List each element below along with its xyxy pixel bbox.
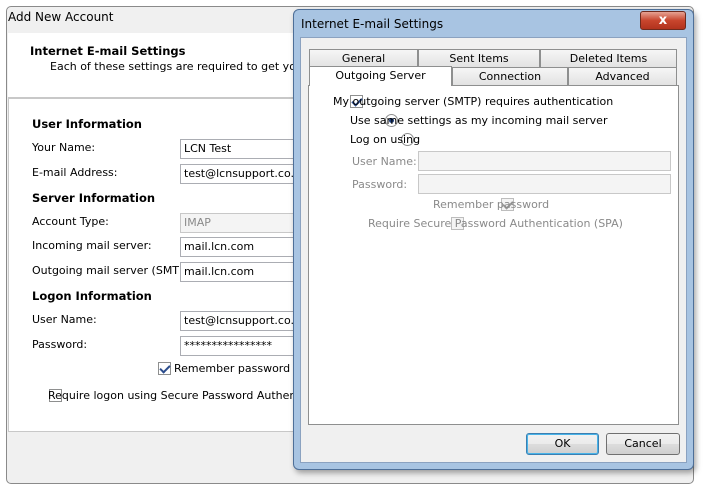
tab-advanced[interactable]: Advanced xyxy=(568,67,677,85)
wizard-header-description: Each of these settings are required to g… xyxy=(50,60,318,73)
remember-password-label: Remember password xyxy=(174,362,291,375)
password-label: Password: xyxy=(32,338,88,351)
password-field[interactable]: **************** xyxy=(180,336,298,356)
logon-information-heading: Logon Information xyxy=(32,289,152,303)
cancel-button[interactable]: Cancel xyxy=(606,433,680,455)
user-name-field[interactable]: test@lcnsupport.co.uk xyxy=(180,311,298,331)
smtp-require-spa-label: Require Secure Password Authentication (… xyxy=(368,217,623,230)
tab-deleted-items[interactable]: Deleted Items xyxy=(540,49,677,67)
smtp-user-name-label: User Name: xyxy=(352,155,417,168)
user-name-label: User Name: xyxy=(32,313,97,326)
smtp-remember-password-label: Remember password xyxy=(433,198,550,211)
smtp-password-field xyxy=(418,174,671,194)
window-title: Add New Account xyxy=(8,10,114,24)
server-information-heading: Server Information xyxy=(32,191,156,205)
tab-general[interactable]: General xyxy=(309,49,418,67)
email-address-label: E-mail Address: xyxy=(32,166,118,179)
close-icon[interactable]: x xyxy=(640,11,686,30)
log-on-using-label: Log on using xyxy=(350,133,421,146)
ok-button[interactable]: OK xyxy=(526,433,599,455)
outgoing-server-field[interactable]: mail.lcn.com xyxy=(180,262,298,282)
remember-password-checkbox[interactable] xyxy=(158,362,171,375)
wizard-header-title: Internet E-mail Settings xyxy=(30,44,186,58)
outgoing-server-label: Outgoing mail server (SMTP): xyxy=(32,264,194,277)
tab-connection[interactable]: Connection xyxy=(452,67,568,85)
email-address-field[interactable]: test@lcnsupport.co.uk xyxy=(180,164,298,184)
tab-sent-items[interactable]: Sent Items xyxy=(418,49,540,67)
account-type-label: Account Type: xyxy=(32,215,109,228)
dialog-title: Internet E-mail Settings xyxy=(301,17,444,31)
smtp-password-label: Password: xyxy=(352,178,408,191)
account-type-field: IMAP xyxy=(180,213,298,233)
require-spa-label: Require logon using Secure Password Auth… xyxy=(48,389,296,402)
user-information-heading: User Information xyxy=(32,117,142,131)
tab-outgoing-server[interactable]: Outgoing Server xyxy=(309,66,452,86)
your-name-label: Your Name: xyxy=(32,141,96,154)
incoming-server-field[interactable]: mail.lcn.com xyxy=(180,237,298,257)
incoming-server-label: Incoming mail server: xyxy=(32,239,152,252)
your-name-field[interactable]: LCN Test xyxy=(180,139,298,159)
use-same-settings-label: Use same settings as my incoming mail se… xyxy=(350,114,608,127)
smtp-user-name-field xyxy=(418,151,671,171)
requires-authentication-label: My outgoing server (SMTP) requires authe… xyxy=(333,95,614,108)
